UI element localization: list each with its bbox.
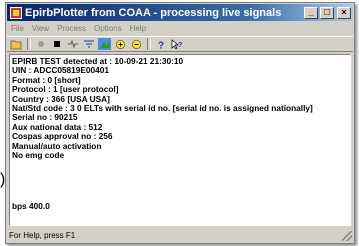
- signal-icon[interactable]: [66, 38, 79, 50]
- output-panel: EPIRB TEST detected at : 10-09-21 21:30:…: [9, 54, 351, 226]
- toolbar: ? ?: [7, 36, 353, 52]
- close-button[interactable]: ×: [337, 6, 351, 19]
- stop-icon[interactable]: [50, 38, 63, 50]
- menu-view[interactable]: View: [28, 24, 53, 33]
- maximize-button[interactable]: □: [320, 6, 334, 19]
- window-title: EpirbPlotter from COAA - processing live…: [25, 6, 282, 19]
- status-bar: For Help, press F1: [7, 229, 353, 242]
- menu-help[interactable]: Help: [126, 24, 150, 33]
- title-bar[interactable]: EpirbPlotter from COAA - processing live…: [7, 4, 353, 21]
- help-icon[interactable]: ?: [154, 38, 167, 50]
- menu-bar: File View Process Options Help: [7, 22, 353, 35]
- record-icon[interactable]: [34, 38, 47, 50]
- minimize-button[interactable]: _: [304, 6, 318, 19]
- resize-grip-icon[interactable]: [342, 230, 352, 241]
- svg-text:?: ?: [178, 42, 182, 49]
- app-icon: [10, 6, 22, 19]
- app-window: EpirbPlotter from COAA - processing live…: [5, 2, 355, 244]
- output-line: No emg code: [12, 149, 65, 160]
- toolbar-separator: [27, 38, 31, 50]
- status-text: For Help, press F1: [9, 231, 76, 240]
- toolbar-separator: [147, 38, 151, 50]
- context-help-icon[interactable]: ?: [170, 38, 183, 50]
- zoom-in-icon[interactable]: [114, 38, 127, 50]
- open-icon[interactable]: [10, 38, 23, 50]
- zoom-out-icon[interactable]: [130, 38, 143, 50]
- map-icon[interactable]: [98, 38, 111, 50]
- svg-text:?: ?: [158, 40, 164, 50]
- filter-icon[interactable]: [82, 38, 95, 50]
- bps-readout: bps 400.0: [12, 201, 50, 211]
- menu-process[interactable]: Process: [53, 24, 90, 33]
- menu-options[interactable]: Options: [90, 24, 126, 33]
- menu-file[interactable]: File: [7, 24, 28, 33]
